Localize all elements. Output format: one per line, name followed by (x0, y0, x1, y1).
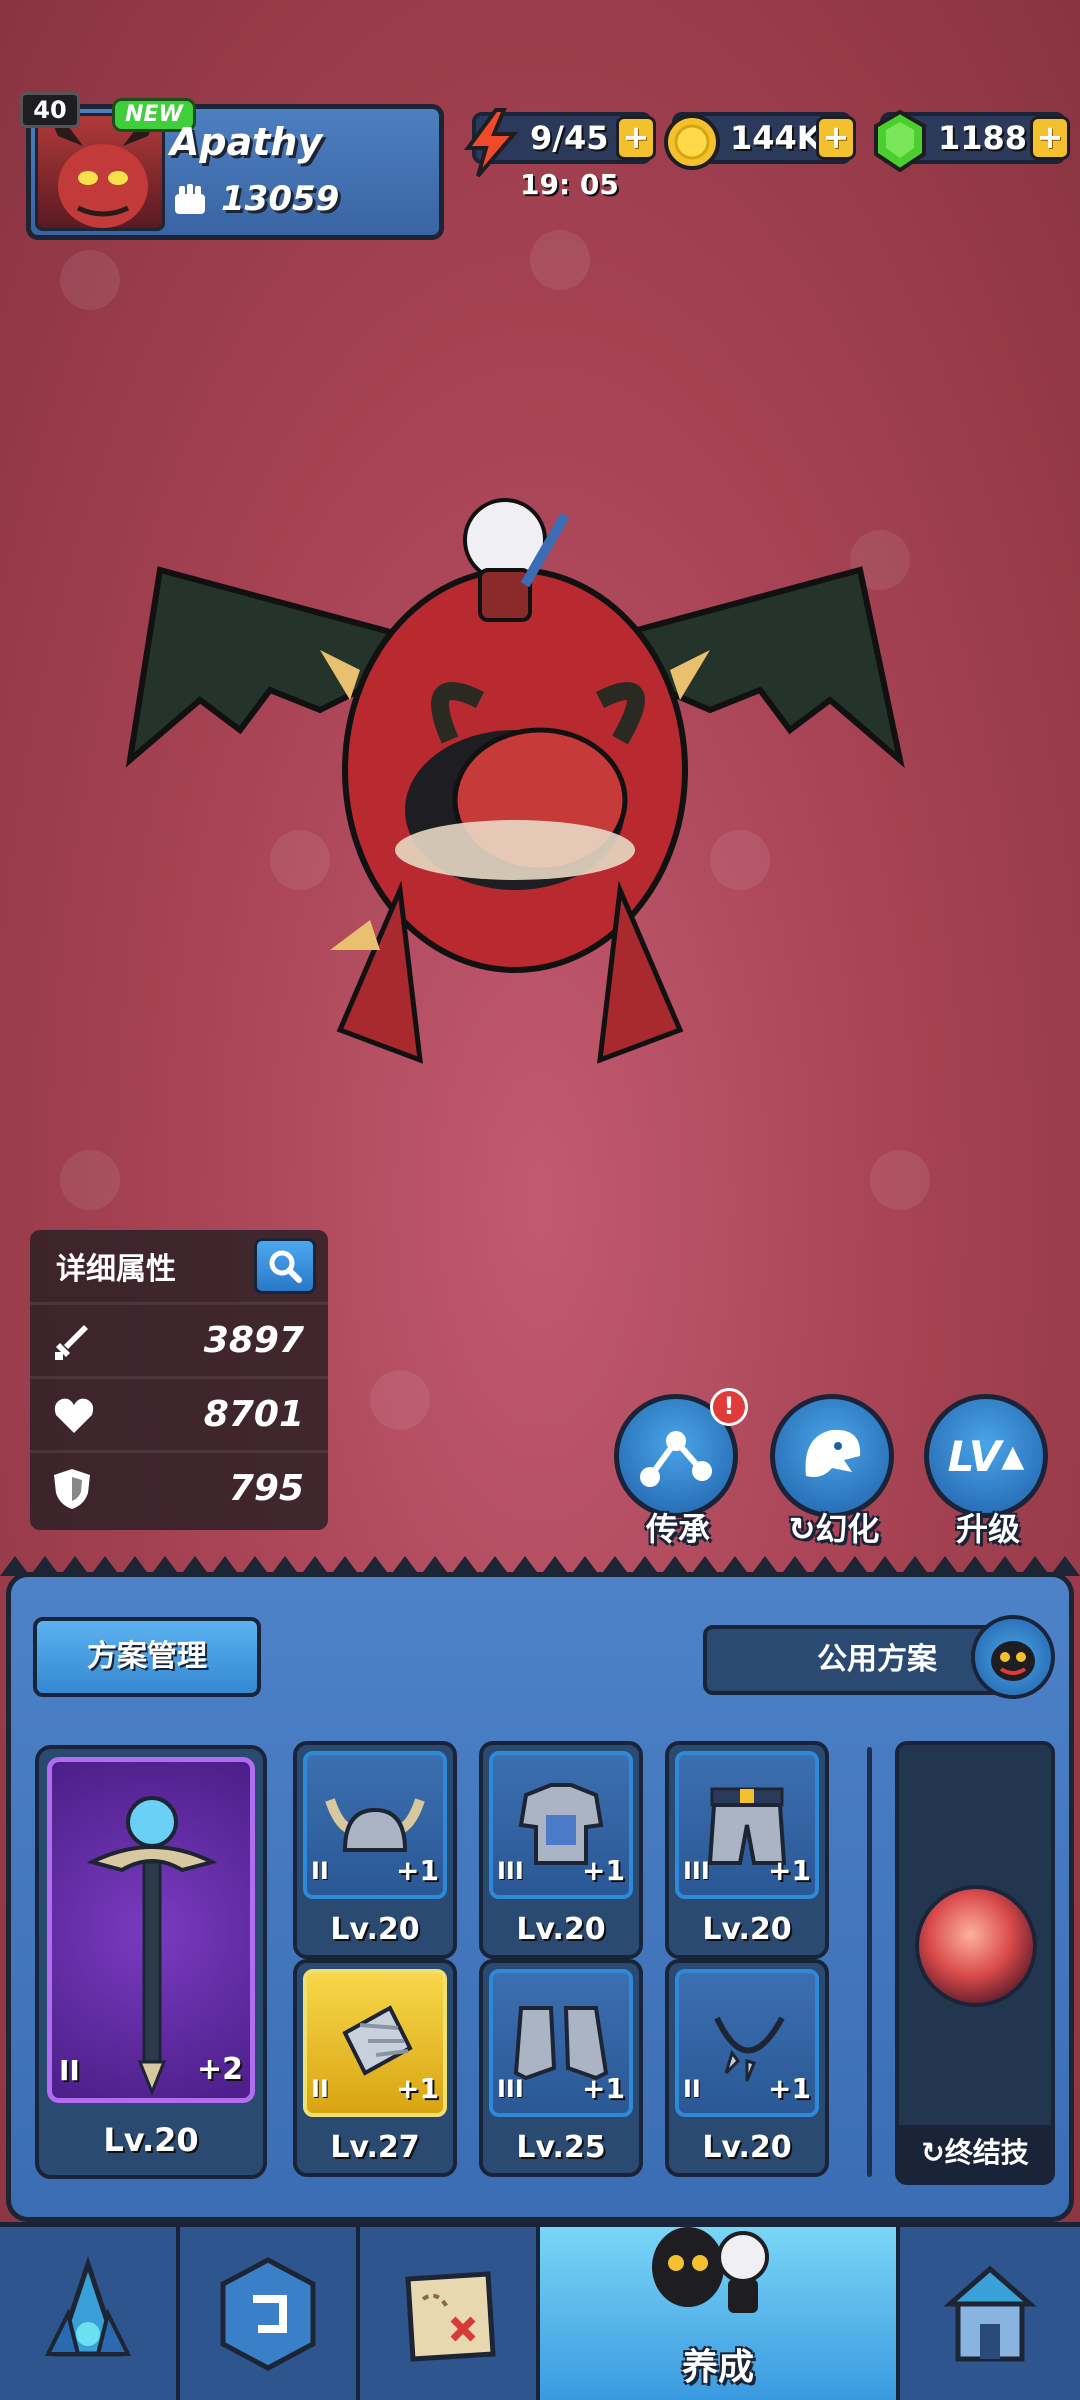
nav-talents[interactable] (180, 2227, 360, 2400)
add-gems-button[interactable]: + (1030, 116, 1070, 160)
nav-map[interactable] (360, 2227, 540, 2400)
inherit-alert-badge: ! (710, 1388, 748, 1426)
stats-detail-button[interactable] (254, 1238, 316, 1294)
coins-resource[interactable]: 144K + (664, 112, 856, 170)
hero-dragon-character[interactable] (120, 470, 910, 1110)
plan-management-button[interactable]: 方案管理 (33, 1617, 261, 1697)
boots-tier: III (497, 2075, 524, 2103)
shadow-pet-icon (991, 1641, 1035, 1681)
energy-timer: 19: 05 (520, 168, 619, 201)
upgrade-button[interactable]: LV ▲ 升级 (924, 1394, 1052, 1550)
chest-armor-tier: III (497, 1857, 524, 1885)
bracer-level: Lv.27 (330, 2130, 420, 2165)
add-coins-button[interactable]: + (816, 116, 856, 160)
shop-building-icon (943, 2265, 1037, 2361)
gem-icon (874, 109, 926, 173)
pants-plus: +1 (768, 1854, 811, 1887)
search-icon (269, 1250, 302, 1283)
main-weapon-slot[interactable]: II +2 Lv.20 (35, 1745, 267, 2179)
crystal-tower-icon (44, 2255, 132, 2356)
hex-emblem-icon (220, 2256, 316, 2371)
detailed-stats-panel: 详细属性 3897 8701 795 (30, 1230, 328, 1530)
nav-develop-label: 养成 (681, 2347, 754, 2388)
main-weapon-plus: +2 (196, 2052, 243, 2087)
gems-resource[interactable]: 1188 + (874, 109, 1070, 173)
nav-develop[interactable]: 养成 (540, 2227, 900, 2400)
public-plan-icon[interactable] (971, 1615, 1055, 1699)
stats-title: 详细属性 (56, 1252, 176, 1287)
public-plan-button[interactable]: 公用方案 (703, 1625, 1003, 1695)
boots-level: Lv.25 (516, 2130, 606, 2165)
necklace-plus: +1 (768, 2072, 811, 2105)
bracer-slot[interactable]: II +1 Lv.27 (293, 1959, 457, 2177)
chest-armor-slot[interactable]: III +1 Lv.20 (479, 1741, 643, 1959)
helmet-slot[interactable]: II +1 Lv.20 (293, 1741, 457, 1959)
pants-level: Lv.20 (702, 1912, 792, 1947)
attack-stat-row: 3897 (30, 1302, 328, 1376)
ultimate-skill-slot[interactable]: ↻终结技 (895, 1741, 1055, 2185)
add-energy-button[interactable]: + (616, 116, 656, 160)
energy-resource[interactable]: 9/45 + (464, 108, 656, 178)
shield-icon (54, 1468, 90, 1509)
defense-value: 795 (228, 1468, 304, 1509)
dragon-head-icon (805, 1429, 861, 1477)
player-level-badge: 40 (20, 92, 80, 128)
equipment-panel: 方案管理 公用方案 II +2 Lv.20 II +1 Lv.20 III +1… (6, 1572, 1074, 2222)
health-value: 8701 (203, 1394, 304, 1435)
upgrade-label: 升级 (955, 1510, 1020, 1548)
transform-button[interactable]: ↻幻化 (770, 1394, 898, 1550)
pants-tier: III (683, 1857, 710, 1885)
boots-slot[interactable]: III +1 Lv.25 (479, 1959, 643, 2177)
sword-icon (55, 1324, 88, 1360)
player-name: Apathy (170, 120, 323, 164)
ultimate-skill-orb-icon (915, 1885, 1037, 2007)
player-power: 13059 (221, 179, 340, 219)
main-weapon-tier: II (59, 2054, 80, 2087)
arrow-up-icon: ▲ (1001, 1438, 1025, 1474)
pants-slot[interactable]: III +1 Lv.20 (665, 1741, 829, 1959)
helmet-tier: II (311, 1857, 329, 1885)
transform-label-text: 幻化 (815, 1510, 880, 1548)
character-pets-icon (652, 2227, 769, 2313)
attack-value: 3897 (203, 1320, 304, 1361)
ultimate-skill-label-text: 终结技 (944, 2136, 1029, 2169)
fist-icon (175, 184, 205, 214)
nav-battle[interactable] (0, 2227, 180, 2400)
defense-stat-row: 795 (30, 1450, 328, 1524)
necklace-level: Lv.20 (702, 2130, 792, 2165)
coin-icon (664, 114, 720, 170)
main-weapon-level: Lv.20 (103, 2121, 199, 2159)
health-stat-row: 8701 (30, 1376, 328, 1450)
lightning-icon (464, 108, 519, 178)
helmet-level: Lv.20 (330, 1912, 420, 1947)
nav-shop[interactable] (900, 2227, 1080, 2400)
inherit-nodes-icon (640, 1431, 712, 1487)
inherit-button[interactable]: ! 传承 (614, 1388, 748, 1550)
equipment-divider (867, 1747, 872, 2177)
heart-icon (54, 1398, 94, 1433)
ultimate-skill-label: ↻终结技 (899, 2125, 1051, 2181)
bracer-plus: +1 (396, 2072, 439, 2105)
treasure-map-icon (405, 2270, 496, 2362)
necklace-slot[interactable]: II +1 Lv.20 (665, 1959, 829, 2177)
chest-armor-plus: +1 (582, 1854, 625, 1887)
bracer-tier: II (311, 2075, 329, 2103)
chest-armor-level: Lv.20 (516, 1912, 606, 1947)
transform-label: ↻幻化 (788, 1510, 880, 1548)
boots-plus: +1 (582, 2072, 625, 2105)
level-up-icon: LV (947, 1431, 1002, 1481)
bottom-navigation: 养成 (0, 2222, 1080, 2400)
helmet-plus: +1 (396, 1854, 439, 1887)
inherit-label: 传承 (645, 1510, 710, 1548)
necklace-tier: II (683, 2075, 701, 2103)
